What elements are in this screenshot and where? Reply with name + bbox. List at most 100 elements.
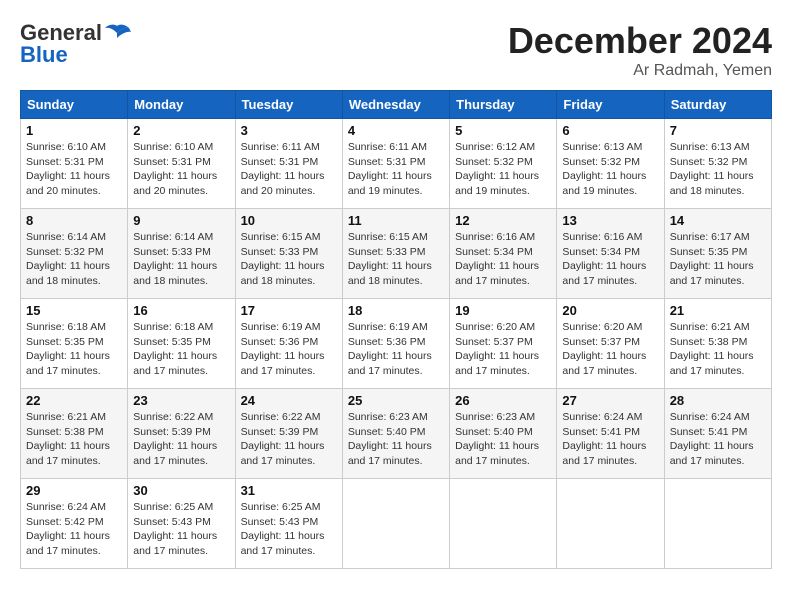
day-number: 27 [562,393,658,408]
calendar-cell: 30 Sunrise: 6:25 AMSunset: 5:43 PMDayligh… [128,479,235,569]
calendar-cell: 14 Sunrise: 6:17 AMSunset: 5:35 PMDayligh… [664,209,771,299]
day-number: 28 [670,393,766,408]
day-info: Sunrise: 6:25 AMSunset: 5:43 PMDaylight:… [133,500,229,559]
calendar-cell: 1 Sunrise: 6:10 AMSunset: 5:31 PMDaylight… [21,119,128,209]
day-info: Sunrise: 6:22 AMSunset: 5:39 PMDaylight:… [133,410,229,469]
day-number: 7 [670,123,766,138]
day-number: 22 [26,393,122,408]
calendar-cell: 29 Sunrise: 6:24 AMSunset: 5:42 PMDayligh… [21,479,128,569]
calendar-cell: 23 Sunrise: 6:22 AMSunset: 5:39 PMDayligh… [128,389,235,479]
day-info: Sunrise: 6:20 AMSunset: 5:37 PMDaylight:… [562,320,658,379]
day-number: 5 [455,123,551,138]
calendar-cell [557,479,664,569]
calendar-cell: 5 Sunrise: 6:12 AMSunset: 5:32 PMDaylight… [450,119,557,209]
calendar-cell: 17Sunrise: 6:19 AMSunset: 5:36 PMDayligh… [235,299,342,389]
day-number: 8 [26,213,122,228]
day-number: 25 [348,393,444,408]
calendar-cell: 9 Sunrise: 6:14 AMSunset: 5:33 PMDaylight… [128,209,235,299]
day-info: Sunrise: 6:16 AMSunset: 5:34 PMDaylight:… [455,230,551,289]
day-info: Sunrise: 6:16 AMSunset: 5:34 PMDaylight:… [562,230,658,289]
calendar-cell: 15Sunrise: 6:18 AMSunset: 5:35 PMDayligh… [21,299,128,389]
calendar-cell: 7Sunrise: 6:13 AMSunset: 5:32 PMDaylight… [664,119,771,209]
calendar-cell: 10Sunrise: 6:15 AMSunset: 5:33 PMDayligh… [235,209,342,299]
calendar-cell [664,479,771,569]
logo: General Blue [20,20,132,68]
calendar-cell: 19Sunrise: 6:20 AMSunset: 5:37 PMDayligh… [450,299,557,389]
day-number: 2 [133,123,229,138]
day-info: Sunrise: 6:14 AMSunset: 5:32 PMDaylight:… [26,230,122,289]
calendar-cell [342,479,449,569]
calendar-cell: 4 Sunrise: 6:11 AMSunset: 5:31 PMDaylight… [342,119,449,209]
day-number: 4 [348,123,444,138]
day-number: 29 [26,483,122,498]
calendar-cell: 24 Sunrise: 6:22 AMSunset: 5:39 PMDayligh… [235,389,342,479]
day-number: 23 [133,393,229,408]
day-info: Sunrise: 6:23 AMSunset: 5:40 PMDaylight:… [348,410,444,469]
day-number: 12 [455,213,551,228]
month-title: December 2024 [508,20,772,62]
calendar-cell: 28 Sunrise: 6:24 AMSunset: 5:41 PMDayligh… [664,389,771,479]
day-number: 11 [348,213,444,228]
day-info: Sunrise: 6:24 AMSunset: 5:41 PMDaylight:… [562,410,658,469]
day-info: Sunrise: 6:24 AMSunset: 5:42 PMDaylight:… [26,500,122,559]
calendar-cell: 11 Sunrise: 6:15 AMSunset: 5:33 PMDayligh… [342,209,449,299]
day-info: Sunrise: 6:17 AMSunset: 5:35 PMDaylight:… [670,230,766,289]
logo-bird-icon [103,24,131,42]
day-info: Sunrise: 6:11 AMSunset: 5:31 PMDaylight:… [241,140,337,199]
day-info: Sunrise: 6:10 AMSunset: 5:31 PMDaylight:… [133,140,229,199]
calendar-cell: 3Sunrise: 6:11 AMSunset: 5:31 PMDaylight… [235,119,342,209]
day-number: 6 [562,123,658,138]
logo-blue: Blue [20,42,68,68]
calendar-cell: 22 Sunrise: 6:21 AMSunset: 5:38 PMDayligh… [21,389,128,479]
day-number: 9 [133,213,229,228]
day-number: 26 [455,393,551,408]
weekday-header-monday: Monday [128,91,235,119]
weekday-header-wednesday: Wednesday [342,91,449,119]
day-number: 24 [241,393,337,408]
day-info: Sunrise: 6:19 AMSunset: 5:36 PMDaylight:… [348,320,444,379]
calendar-cell [450,479,557,569]
weekday-header-friday: Friday [557,91,664,119]
calendar-cell: 31 Sunrise: 6:25 AMSunset: 5:43 PMDayligh… [235,479,342,569]
day-info: Sunrise: 6:22 AMSunset: 5:39 PMDaylight:… [241,410,337,469]
day-info: Sunrise: 6:25 AMSunset: 5:43 PMDaylight:… [241,500,337,559]
calendar-cell: 21 Sunrise: 6:21 AMSunset: 5:38 PMDayligh… [664,299,771,389]
day-info: Sunrise: 6:21 AMSunset: 5:38 PMDaylight:… [26,410,122,469]
day-number: 31 [241,483,337,498]
day-number: 17 [241,303,337,318]
day-info: Sunrise: 6:23 AMSunset: 5:40 PMDaylight:… [455,410,551,469]
day-info: Sunrise: 6:12 AMSunset: 5:32 PMDaylight:… [455,140,551,199]
calendar-cell: 2 Sunrise: 6:10 AMSunset: 5:31 PMDaylight… [128,119,235,209]
weekday-header-saturday: Saturday [664,91,771,119]
day-number: 21 [670,303,766,318]
calendar-cell: 25 Sunrise: 6:23 AMSunset: 5:40 PMDayligh… [342,389,449,479]
calendar-cell: 27 Sunrise: 6:24 AMSunset: 5:41 PMDayligh… [557,389,664,479]
day-info: Sunrise: 6:13 AMSunset: 5:32 PMDaylight:… [562,140,658,199]
day-number: 18 [348,303,444,318]
calendar-cell: 12 Sunrise: 6:16 AMSunset: 5:34 PMDayligh… [450,209,557,299]
day-info: Sunrise: 6:21 AMSunset: 5:38 PMDaylight:… [670,320,766,379]
day-number: 1 [26,123,122,138]
weekday-header-tuesday: Tuesday [235,91,342,119]
calendar-table: SundayMondayTuesdayWednesdayThursdayFrid… [20,90,772,569]
day-number: 30 [133,483,229,498]
day-info: Sunrise: 6:10 AMSunset: 5:31 PMDaylight:… [26,140,122,199]
day-info: Sunrise: 6:11 AMSunset: 5:31 PMDaylight:… [348,140,444,199]
calendar-cell: 20Sunrise: 6:20 AMSunset: 5:37 PMDayligh… [557,299,664,389]
calendar-cell: 6 Sunrise: 6:13 AMSunset: 5:32 PMDaylight… [557,119,664,209]
day-info: Sunrise: 6:14 AMSunset: 5:33 PMDaylight:… [133,230,229,289]
weekday-header-thursday: Thursday [450,91,557,119]
location: Ar Radmah, Yemen [508,62,772,80]
day-info: Sunrise: 6:20 AMSunset: 5:37 PMDaylight:… [455,320,551,379]
day-info: Sunrise: 6:18 AMSunset: 5:35 PMDaylight:… [133,320,229,379]
day-info: Sunrise: 6:15 AMSunset: 5:33 PMDaylight:… [241,230,337,289]
day-number: 13 [562,213,658,228]
calendar-cell: 13 Sunrise: 6:16 AMSunset: 5:34 PMDayligh… [557,209,664,299]
calendar-cell: 26 Sunrise: 6:23 AMSunset: 5:40 PMDayligh… [450,389,557,479]
day-number: 14 [670,213,766,228]
day-info: Sunrise: 6:24 AMSunset: 5:41 PMDaylight:… [670,410,766,469]
calendar-cell: 18 Sunrise: 6:19 AMSunset: 5:36 PMDayligh… [342,299,449,389]
day-info: Sunrise: 6:15 AMSunset: 5:33 PMDaylight:… [348,230,444,289]
title-section: December 2024 Ar Radmah, Yemen [508,20,772,80]
day-info: Sunrise: 6:18 AMSunset: 5:35 PMDaylight:… [26,320,122,379]
